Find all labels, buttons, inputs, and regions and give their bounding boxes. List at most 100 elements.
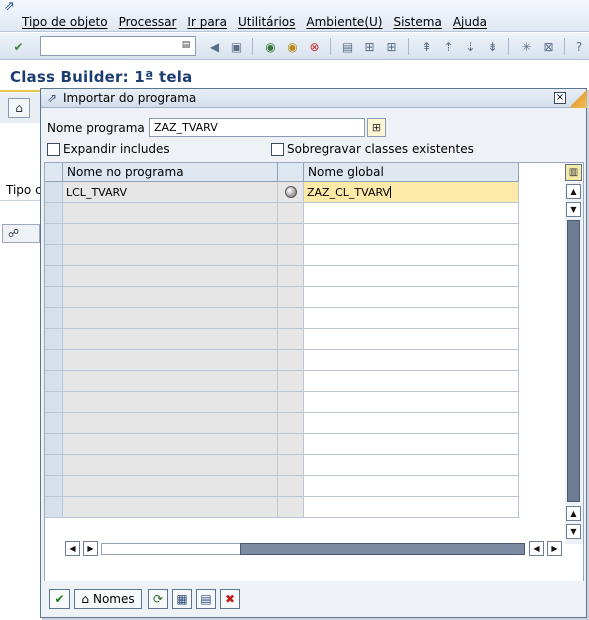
- table-row: [45, 434, 519, 455]
- global-name-cell[interactable]: [304, 203, 519, 224]
- back-icon[interactable]: ◉: [262, 38, 279, 55]
- command-history-icon[interactable]: ▤: [180, 38, 192, 52]
- row-selector[interactable]: [45, 203, 63, 224]
- row-selector[interactable]: [45, 371, 63, 392]
- scroll-right-icon[interactable]: ▶: [83, 541, 98, 556]
- row-selector[interactable]: [45, 329, 63, 350]
- global-name-cell[interactable]: [304, 350, 519, 371]
- row-selector[interactable]: [45, 455, 63, 476]
- display-glasses-icon[interactable]: ☍: [2, 224, 40, 243]
- global-name-cell[interactable]: [304, 266, 519, 287]
- scroll-column-right-icon[interactable]: ▶: [547, 541, 562, 556]
- horizontal-scroll-thumb[interactable]: [240, 543, 525, 555]
- cancel-icon[interactable]: ⊗: [306, 38, 323, 55]
- new-session-icon[interactable]: ✳: [518, 38, 535, 55]
- expand-includes-checkbox[interactable]: [47, 143, 60, 156]
- program-name-cell: [63, 434, 278, 455]
- menu-utilitarios[interactable]: Utilitários: [234, 14, 302, 30]
- menu-tipo-objeto[interactable]: Tipo de objeto: [18, 14, 115, 30]
- names-button[interactable]: ⌂ Nomes: [74, 589, 142, 609]
- exit-icon[interactable]: ◉: [284, 38, 301, 55]
- global-name-cell[interactable]: [304, 245, 519, 266]
- program-name-cell: [63, 371, 278, 392]
- deselect-all-icon[interactable]: ▤: [196, 589, 216, 609]
- vertical-scroll-thumb[interactable]: [567, 220, 580, 502]
- menu-processar[interactable]: Processar: [115, 14, 184, 30]
- save-icon[interactable]: ▣: [228, 38, 245, 55]
- global-name-cell[interactable]: [304, 308, 519, 329]
- overwrite-classes-checkbox[interactable]: [271, 143, 284, 156]
- row-selector[interactable]: [45, 413, 63, 434]
- last-page-icon[interactable]: ⇟: [484, 38, 501, 55]
- previous-page-icon[interactable]: ⇡: [440, 38, 457, 55]
- print-icon[interactable]: ▤: [339, 38, 356, 55]
- row-selector[interactable]: [45, 476, 63, 497]
- value-help-icon[interactable]: ⊞: [367, 118, 386, 137]
- global-name-cell[interactable]: ZAZ_CL_TVARV: [304, 182, 519, 203]
- close-icon[interactable]: ×: [554, 92, 566, 104]
- next-page-icon[interactable]: ⇣: [462, 38, 479, 55]
- scroll-down-icon[interactable]: ▼: [566, 202, 581, 217]
- refresh-icon[interactable]: ⟳: [148, 589, 168, 609]
- enter-icon[interactable]: ✔: [10, 38, 27, 55]
- dialog-footer: ✔ ⌂ Nomes ⟳ ▦ ▤ ✖: [41, 581, 586, 617]
- menu-icon[interactable]: ⇗: [4, 0, 20, 14]
- row-selector[interactable]: [45, 266, 63, 287]
- global-name-cell[interactable]: [304, 455, 519, 476]
- global-name-cell[interactable]: [304, 371, 519, 392]
- status-cell: [278, 266, 304, 287]
- vertical-scrollbar[interactable]: ▲ ▼ ▲ ▼: [565, 182, 583, 544]
- status-cell: [278, 287, 304, 308]
- program-name-cell: [63, 224, 278, 245]
- global-name-cell[interactable]: [304, 224, 519, 245]
- scroll-up-icon[interactable]: ▲: [566, 184, 581, 199]
- program-name-label: Nome programa: [47, 121, 145, 135]
- menu-ir-para[interactable]: Ir para: [183, 14, 234, 30]
- scroll-page-down-icon[interactable]: ▼: [566, 524, 581, 539]
- row-selector[interactable]: [45, 245, 63, 266]
- global-name-cell[interactable]: [304, 287, 519, 308]
- global-name-cell[interactable]: [304, 392, 519, 413]
- table-row: [45, 455, 519, 476]
- global-name-cell[interactable]: [304, 413, 519, 434]
- status-cell: [278, 308, 304, 329]
- column-header-program-name[interactable]: Nome no programa: [63, 163, 278, 182]
- menu-sistema[interactable]: Sistema: [389, 14, 448, 30]
- row-selector[interactable]: [45, 350, 63, 371]
- table-settings-icon[interactable]: ▥: [565, 164, 582, 181]
- row-selector[interactable]: [45, 497, 63, 518]
- confirm-button[interactable]: ✔: [49, 589, 70, 609]
- command-field[interactable]: [40, 36, 196, 56]
- row-selector[interactable]: [45, 287, 63, 308]
- back-arrow-icon[interactable]: ◀: [206, 38, 223, 55]
- row-selector[interactable]: [45, 182, 63, 203]
- status-cell: [278, 497, 304, 518]
- column-header-global-name[interactable]: Nome global: [304, 163, 519, 182]
- global-name-cell[interactable]: [304, 497, 519, 518]
- first-page-icon[interactable]: ⇞: [418, 38, 435, 55]
- row-selector[interactable]: [45, 308, 63, 329]
- global-name-cell[interactable]: [304, 329, 519, 350]
- menu-ajuda[interactable]: Ajuda: [449, 14, 494, 30]
- global-name-cell[interactable]: [304, 476, 519, 497]
- table-row: [45, 224, 519, 245]
- global-name-cell[interactable]: [304, 434, 519, 455]
- select-all-header[interactable]: [45, 163, 63, 182]
- class-hierarchy-icon[interactable]: ⌂: [8, 98, 30, 118]
- scroll-page-up-icon[interactable]: ▲: [566, 506, 581, 521]
- program-name-input[interactable]: ZAZ_TVARV: [149, 118, 365, 137]
- shortcut-icon[interactable]: ⊠: [540, 38, 557, 55]
- help-icon[interactable]: ?: [572, 38, 586, 55]
- cancel-button[interactable]: ✖: [220, 589, 240, 609]
- horizontal-scrollbar[interactable]: ◀ ▶ ◀ ▶: [63, 541, 563, 557]
- find-icon[interactable]: ⊞: [361, 38, 378, 55]
- menu-ambiente[interactable]: Ambiente(U): [302, 14, 389, 30]
- status-cell: [278, 182, 304, 203]
- scroll-left-icon[interactable]: ◀: [65, 541, 80, 556]
- row-selector[interactable]: [45, 434, 63, 455]
- row-selector[interactable]: [45, 224, 63, 245]
- scroll-column-left-icon[interactable]: ◀: [529, 541, 544, 556]
- select-all-icon[interactable]: ▦: [172, 589, 192, 609]
- row-selector[interactable]: [45, 392, 63, 413]
- find-next-icon[interactable]: ⊞: [383, 38, 400, 55]
